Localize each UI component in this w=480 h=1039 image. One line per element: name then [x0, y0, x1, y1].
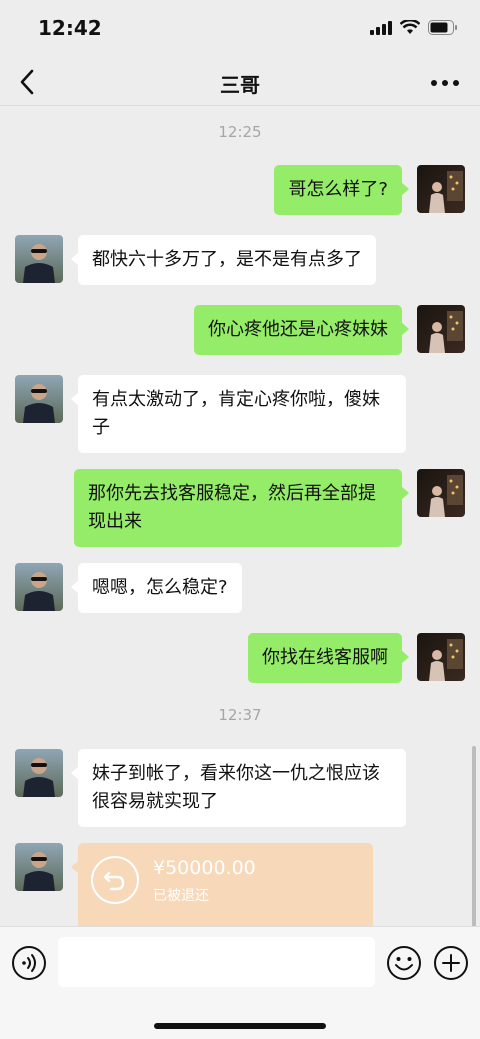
input-bar	[0, 926, 480, 1039]
more-icon[interactable]	[430, 78, 460, 88]
contact-avatar-image	[15, 843, 63, 891]
my-avatar[interactable]	[417, 165, 465, 213]
my-avatar[interactable]	[417, 305, 465, 353]
plus-icon[interactable]	[433, 945, 469, 981]
transfer-card[interactable]: ¥50000.00 已被退还	[71, 843, 373, 926]
message-bubble-incoming[interactable]: 都快六十多万了，是不是有点多了	[71, 235, 376, 285]
status-time: 12:42	[38, 16, 102, 40]
time-separator: 12:37	[218, 706, 262, 724]
my-avatar-image	[417, 469, 465, 517]
transfer-amount: ¥50000.00	[153, 857, 256, 879]
message-bubble-incoming[interactable]: 嗯嗯，怎么稳定?	[71, 563, 242, 613]
status-bar: 12:42	[0, 0, 480, 60]
wifi-icon	[400, 20, 420, 34]
message-input[interactable]	[58, 937, 375, 987]
transfer-return-icon	[91, 856, 139, 904]
message-bubble-outgoing[interactable]: 那你先去找客服稳定，然后再全部提现出来	[74, 469, 409, 547]
scrollbar[interactable]	[472, 746, 476, 926]
my-avatar[interactable]	[417, 633, 465, 681]
contact-avatar-image	[15, 235, 63, 283]
contact-avatar[interactable]	[15, 563, 63, 611]
battery-icon	[428, 20, 457, 35]
my-avatar-image	[417, 165, 465, 213]
chat-title: 三哥	[220, 73, 260, 97]
transfer-status: 已被退还	[153, 888, 209, 904]
voice-icon[interactable]	[11, 945, 47, 981]
contact-avatar[interactable]	[15, 843, 63, 891]
contact-avatar-image	[15, 375, 63, 423]
nav-bar: 三哥	[0, 60, 480, 106]
status-icons	[370, 20, 458, 35]
message-bubble-incoming[interactable]: 妹子到帐了，看来你这一仇之恨应该很容易就实现了	[71, 749, 406, 827]
emoji-icon[interactable]	[386, 945, 422, 981]
message-bubble-outgoing[interactable]: 哥怎么样了?	[274, 165, 409, 215]
contact-avatar-image	[15, 749, 63, 797]
contact-avatar[interactable]	[15, 749, 63, 797]
message-bubble-outgoing[interactable]: 你心疼他还是心疼妹妹	[194, 305, 409, 355]
my-avatar-image	[417, 633, 465, 681]
time-separator: 12:25	[218, 123, 262, 141]
message-bubble-outgoing[interactable]: 你找在线客服啊	[248, 633, 409, 683]
contact-avatar-image	[15, 563, 63, 611]
contact-avatar[interactable]	[15, 235, 63, 283]
signal-icon	[370, 20, 392, 35]
home-indicator[interactable]	[154, 1023, 326, 1029]
contact-avatar[interactable]	[15, 375, 63, 423]
my-avatar[interactable]	[417, 469, 465, 517]
my-avatar-image	[417, 305, 465, 353]
chat-area[interactable]: 12:25 哥怎么样了? 都快六十多万了，是不是有点多了 你心疼他还是心疼妹妹 …	[0, 106, 480, 926]
message-bubble-incoming[interactable]: 有点太激动了，肯定心疼你啦，傻妹子	[71, 375, 406, 453]
